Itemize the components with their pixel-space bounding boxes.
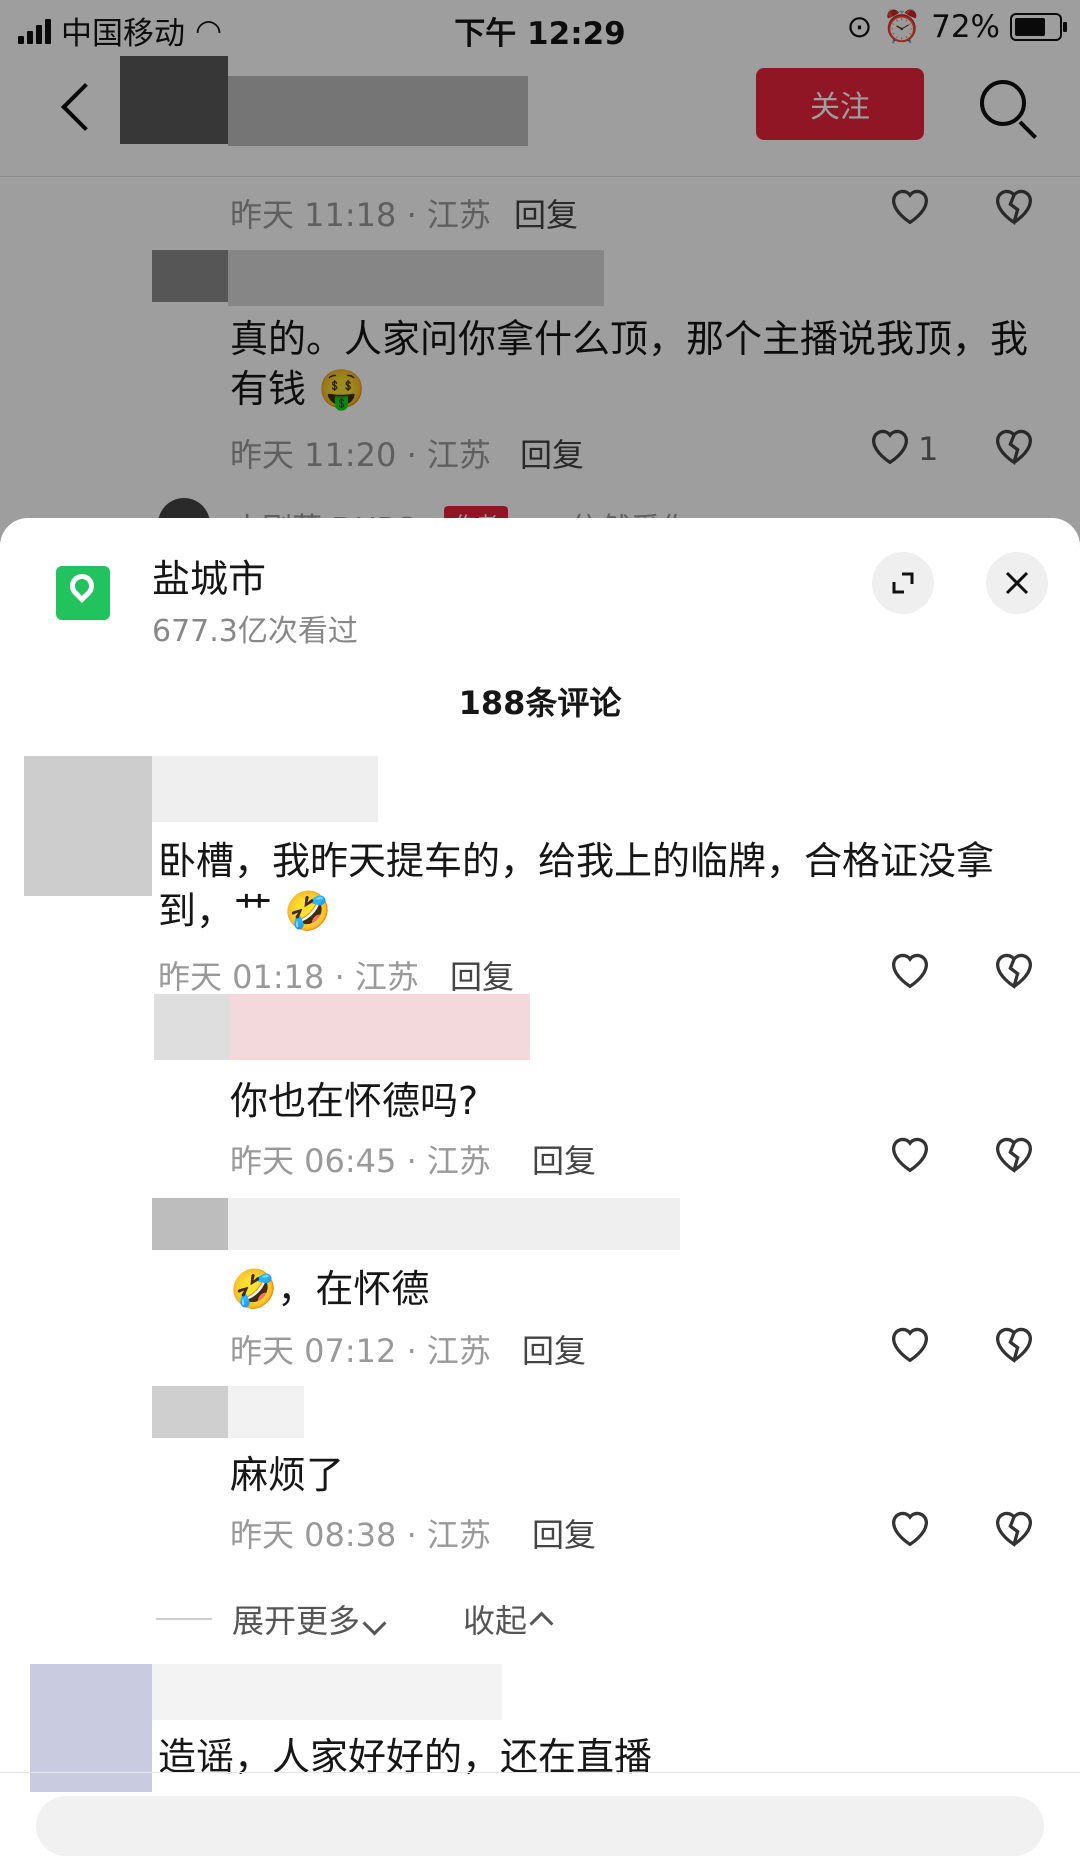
chevron-down-icon — [362, 1611, 387, 1636]
username-blurred — [230, 994, 530, 1060]
view-count: 677.3亿次看过 — [152, 614, 358, 649]
like-icon[interactable] — [888, 1324, 932, 1364]
emoji: 🤣 — [230, 1267, 278, 1311]
replies-controls: 展开更多 收起 — [156, 1596, 554, 1642]
reply-button[interactable]: 回复 — [532, 1510, 596, 1556]
username-blurred — [152, 756, 378, 822]
location-pin-icon — [56, 566, 110, 620]
like-icon[interactable] — [888, 1134, 932, 1174]
input-divider — [0, 1772, 1080, 1773]
expand-button[interactable] — [872, 552, 934, 614]
comment-text: 你也在怀德吗? — [230, 1079, 479, 1123]
username-blurred — [228, 1386, 304, 1438]
comment-meta: 昨天 07:12 · 江苏 — [230, 1332, 491, 1370]
dislike-icon[interactable] — [992, 1134, 1036, 1174]
location-title[interactable]: 盐城市 — [152, 548, 266, 603]
close-icon — [1005, 571, 1029, 595]
avatar[interactable] — [24, 756, 152, 896]
reply-button[interactable]: 回复 — [532, 1136, 596, 1182]
like-icon[interactable] — [888, 950, 932, 990]
like-icon[interactable] — [888, 1508, 932, 1548]
dislike-icon[interactable] — [992, 950, 1036, 990]
dislike-icon[interactable] — [992, 1324, 1036, 1364]
username-blurred — [152, 1664, 502, 1720]
collapse-button[interactable]: 收起 — [463, 1596, 554, 1642]
comment-text: 造谣，人家好好的，还在直播 — [158, 1735, 653, 1779]
close-button[interactable] — [986, 552, 1048, 614]
dislike-icon[interactable] — [992, 1508, 1036, 1548]
overlay-dim[interactable] — [0, 0, 1080, 560]
comment-meta: 昨天 08:38 · 江苏 — [230, 1516, 491, 1554]
comment-meta: 昨天 01:18 · 江苏 — [158, 958, 419, 996]
expand-more-button[interactable]: 展开更多 — [232, 1596, 387, 1642]
expand-icon — [892, 572, 914, 594]
comment-text: 麻烦了 — [230, 1453, 345, 1497]
comment-text: 卧槽，我昨天提车的，给我上的临牌，合格证没拿到，艹 🤣 — [158, 839, 995, 933]
avatar[interactable] — [154, 994, 230, 1060]
avatar[interactable] — [152, 1386, 228, 1438]
reply-button[interactable]: 回复 — [450, 952, 514, 998]
comment-meta: 昨天 06:45 · 江苏 — [230, 1142, 491, 1180]
comment-text: 🤣，在怀德 — [230, 1267, 430, 1311]
divider-line — [156, 1618, 212, 1620]
emoji: 🤣 — [284, 889, 332, 933]
reply-button[interactable]: 回复 — [522, 1326, 586, 1372]
avatar[interactable] — [152, 1198, 228, 1250]
comment-input[interactable] — [36, 1796, 1044, 1856]
comment-count: 188条评论 — [458, 684, 622, 722]
username-blurred — [228, 1198, 680, 1250]
chevron-up-icon — [529, 1611, 554, 1636]
